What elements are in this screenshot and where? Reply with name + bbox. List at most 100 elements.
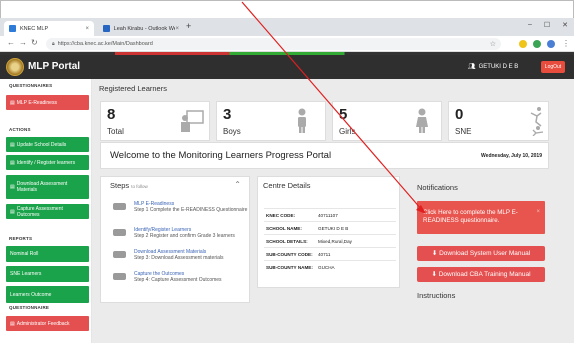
sidebar-item-nominal-roll[interactable]: Nominal Roll (6, 246, 89, 262)
user-group-icon: 👥︎ (468, 64, 476, 70)
sidebar-item-label: Nominal Roll (10, 251, 39, 257)
alert-close-icon[interactable]: × (536, 209, 540, 217)
knec-logo (6, 58, 24, 76)
current-date: Wednesday, July 10, 2019 (481, 153, 542, 159)
sidebar-heading-reports: REPORTS (9, 236, 33, 241)
centre-details-panel: Centre Details KNEC CODE: 40711107 SCHOOL… (257, 176, 400, 288)
step-description: Step 2 Register and confirm Grade 3 lear… (134, 233, 235, 239)
welcome-title: Welcome to the Monitoring Learners Progr… (110, 150, 332, 161)
close-tab-icon[interactable]: × (175, 26, 179, 32)
sidebar-item-capture-outcomes[interactable]: ▤ Capture Assessment Outcomes (6, 204, 89, 219)
stat-label: Girls (339, 127, 356, 136)
step-description: Step 1 Complete the E-READINESS Question… (134, 207, 248, 213)
sidebar-item-label: Update School Details (16, 141, 67, 148)
table-row: SCHOOL DETAILS: Mixed,Rural,Day (264, 234, 396, 248)
centre-details-table: KNEC CODE: 40711107 SCHOOL NAME: GETUKI D … (264, 208, 396, 274)
step-item[interactable]: Download Assessment Materials Step 3: Do… (113, 249, 253, 267)
table-row: SCHOOL NAME: GETUKI D E B (264, 221, 396, 235)
tab-label: KNEC MLP (20, 25, 49, 32)
stat-card-sne: 0 SNE (448, 101, 549, 141)
forward-icon[interactable]: → (19, 38, 27, 47)
accessibility-icon (530, 107, 544, 136)
step-item[interactable]: Capture the Outcomes Step 4: Capture Ass… (113, 271, 253, 289)
welcome-banner: Welcome to the Monitoring Learners Progr… (100, 142, 549, 169)
sidebar-item-icon: ▤ (10, 99, 15, 106)
sidebar-item-icon: ▤ (10, 320, 15, 327)
table-row: SUB-COUNTY NAME: GUCHA (264, 260, 396, 274)
app-header: MLP Portal 👥︎ GETUKI D E B LogOut (0, 55, 574, 79)
table-row: SUB-COUNTY CODE: 40711 (264, 247, 396, 261)
sidebar-item-update-school-details[interactable]: ▤ Update School Details (6, 137, 89, 152)
classroom-icon (181, 110, 204, 132)
steps-panel: Steps to follow ⌃ MLP E-Readiness Step 1 … (100, 176, 250, 303)
stat-value: 3 (223, 106, 232, 123)
sidebar-item-label: Capture Assessment Outcomes (16, 205, 63, 218)
sidebar-item-icon: ▤ (10, 184, 15, 190)
download-user-manual-button[interactable]: ⬇︎ Download System User Manual (417, 246, 545, 261)
male-icon (298, 108, 306, 133)
instructions-title: Instructions (417, 291, 456, 300)
close-window-icon[interactable]: ✕ (562, 21, 568, 29)
sidebar-item-label: Identify / Register learners (16, 159, 76, 166)
download-training-manual-button[interactable]: ⬇︎ Download CBA Training Manual (417, 267, 545, 282)
minimize-icon[interactable]: – (528, 21, 532, 29)
sidebar-item-icon: ▤ (10, 159, 15, 166)
menu-dots-icon[interactable]: ⋮ (562, 39, 570, 48)
lock-icon: 🔒︎ (52, 41, 55, 47)
new-tab-icon[interactable]: + (186, 21, 191, 31)
sidebar-item-label: Learners Outcome (10, 291, 52, 298)
table-row: KNEC CODE: 40711107 (264, 208, 396, 222)
step-toggle-icon (113, 273, 126, 280)
close-tab-icon[interactable]: × (85, 26, 89, 32)
e-readiness-alert[interactable]: Click Here to complete the MLP E-READINE… (417, 201, 545, 234)
sidebar-item-icon: ▤ (10, 208, 15, 215)
centre-details-title: Centre Details (263, 181, 311, 190)
collapse-chevron-icon[interactable]: ⌃ (234, 180, 241, 189)
sidebar-item-learners-outcome[interactable]: Learners Outcome (6, 286, 89, 303)
sidebar-item-download-assessment[interactable]: ▤ Download Assessment Materials (6, 175, 89, 199)
browser-tab-bar: KNEC MLP × Leah Kirabu - Outlook Web App… (0, 18, 574, 36)
sidebar-item-administrator-feedback[interactable]: ▤ Administrator Feedback (6, 316, 89, 331)
profile-avatar[interactable] (547, 40, 555, 48)
stat-value: 8 (107, 106, 116, 123)
knec-favicon-icon (9, 25, 16, 32)
tab-knec-mlp[interactable]: KNEC MLP × (4, 21, 94, 36)
download-icon: ⬇︎ (431, 271, 439, 278)
sidebar-item-mlp-e-readiness[interactable]: ▤ MLP E-Readiness (6, 95, 89, 110)
outlook-favicon-icon (103, 25, 110, 32)
sidebar-item-sne-learners[interactable]: SNE Learners (6, 266, 89, 282)
step-item[interactable]: MLP E-Readiness Step 1 Complete the E-RE… (113, 201, 253, 219)
sidebar-item-label: MLP E-Readiness (16, 99, 57, 106)
user-info[interactable]: 👥︎ GETUKI D E B (468, 63, 519, 71)
sidebar-item-identify-register[interactable]: ▤ Identify / Register learners (6, 155, 89, 170)
tab-label: Leah Kirabu - Outlook Web App (113, 25, 176, 32)
notifications-title: Notifications (417, 183, 458, 192)
female-icon (416, 108, 428, 133)
stat-label: Total (107, 127, 124, 136)
url-field[interactable]: 🔒︎ https://cba.knec.ac.ke/Main/Dashboard… (46, 38, 501, 50)
bookmark-star-icon[interactable]: ☆ (490, 40, 496, 48)
step-description: Step 3: Download Assessment materials (134, 255, 224, 261)
step-toggle-icon (113, 251, 126, 258)
tab-outlook[interactable]: Leah Kirabu - Outlook Web App × (98, 21, 184, 36)
extension-icon[interactable] (519, 40, 527, 48)
reload-icon[interactable]: ↻ (31, 38, 38, 47)
extension-icon[interactable] (533, 40, 541, 48)
sidebar-item-icon: ▤ (10, 141, 15, 148)
maximize-icon[interactable]: ☐ (544, 21, 550, 29)
stat-card-girls: 5 Girls (332, 101, 442, 141)
step-item[interactable]: Identify/Register Learners Step 2 Regist… (113, 227, 253, 245)
sidebar-heading-questionnaire: QUESTIONNAIRE (9, 305, 50, 310)
logout-button[interactable]: LogOut (541, 61, 565, 73)
stat-label: Boys (223, 127, 241, 136)
steps-title: Steps to follow (110, 181, 148, 190)
back-icon[interactable]: ← (7, 38, 15, 47)
sidebar-heading-questionnaires: QUESTIONNAIRES (9, 83, 53, 88)
step-toggle-icon (113, 203, 126, 210)
user-name: GETUKI D E B (478, 63, 519, 70)
registered-learners-title: Registered Learners (99, 84, 167, 93)
url-text: https://cba.knec.ac.ke/Main/Dashboard (57, 41, 153, 47)
stat-card-boys: 3 Boys (216, 101, 326, 141)
sidebar-item-label: SNE Learners (10, 271, 42, 277)
address-bar: ← → ↻ 🔒︎ https://cba.knec.ac.ke/Main/Das… (0, 36, 574, 52)
